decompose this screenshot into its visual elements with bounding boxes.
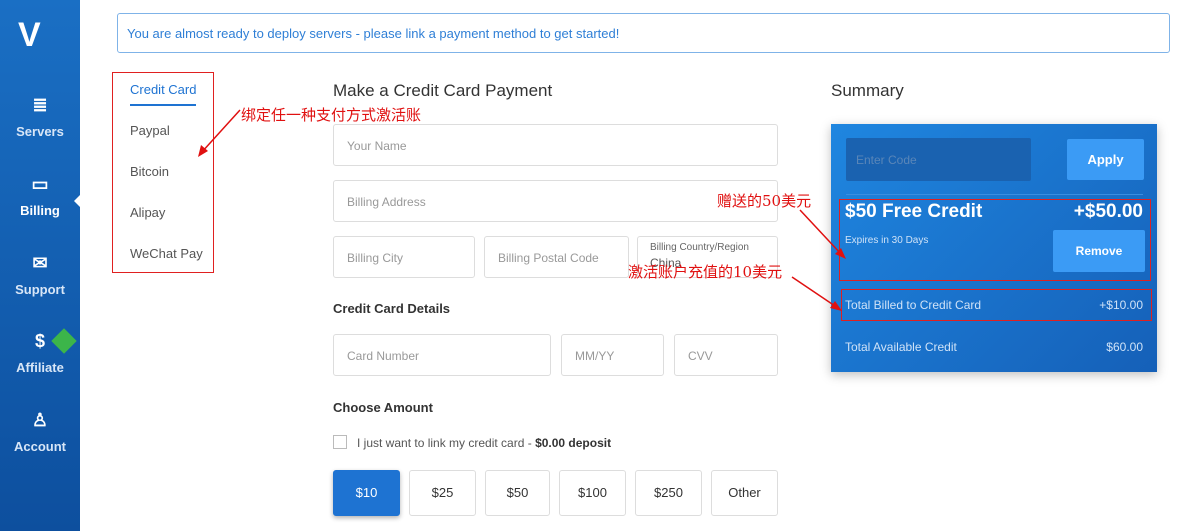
summary-title: Summary — [831, 81, 904, 100]
annotation-arrow — [198, 109, 241, 157]
card-details-title: Credit Card Details — [333, 301, 451, 316]
annotation-bind: 绑定任一种支付方式激活账 — [241, 106, 422, 124]
amount-50[interactable]: $50 — [485, 470, 550, 516]
sidebar-item-label: Account — [14, 439, 66, 454]
mail-icon: ✉ — [32, 253, 48, 273]
link-only-checkbox[interactable] — [333, 435, 347, 449]
credit-title: $50 Free Credit — [845, 201, 983, 222]
servers-icon: ≣ — [32, 95, 48, 115]
credit-value: +$50.00 — [1073, 201, 1143, 222]
active-caret — [74, 193, 82, 209]
amount-title: Choose Amount — [333, 400, 433, 415]
sidebar-item-label: Servers — [16, 124, 64, 139]
address-input[interactable]: Billing Address — [333, 180, 778, 222]
billed-label: Total Billed to Credit Card — [845, 298, 982, 312]
form-title: Make a Credit Card Payment — [333, 81, 553, 100]
payment-method-list: Credit Card Paypal Bitcoin Alipay WeChat… — [112, 72, 214, 273]
deposit-amount: $0.00 deposit — [535, 436, 612, 450]
summary-panel: Enter Code Apply $50 Free Credit +$50.00… — [831, 124, 1157, 372]
expires-text: Expires in 30 Days — [845, 235, 929, 246]
card-number-input[interactable]: Card Number — [333, 334, 551, 376]
divider — [846, 194, 1143, 195]
amount-250[interactable]: $250 — [635, 470, 702, 516]
available-value: $60.00 — [1106, 340, 1143, 354]
sidebar-item-servers[interactable]: ≣ Servers — [0, 95, 80, 139]
alert-banner: You are almost ready to deploy servers -… — [117, 13, 1170, 53]
apply-button[interactable]: Apply — [1067, 139, 1144, 180]
name-input[interactable]: Your Name — [333, 124, 778, 166]
amount-25[interactable]: $25 — [409, 470, 476, 516]
link-only-label: I just want to link my credit card - $0.… — [357, 436, 611, 450]
country-label: Billing Country/Region — [650, 242, 749, 253]
vultr-logo[interactable]: V — [18, 16, 41, 55]
annotation-recharge10: 激活账户充值的10美元 — [628, 263, 783, 281]
expiry-input[interactable]: MM/YY — [561, 334, 664, 376]
annotation-arrows — [791, 209, 846, 311]
sidebar-item-label: Support — [15, 282, 65, 297]
amount-other[interactable]: Other — [711, 470, 778, 516]
link-only-text: I just want to link my credit card - — [357, 436, 536, 450]
tab-paypal[interactable]: Paypal — [130, 123, 170, 138]
sidebar-item-support[interactable]: ✉ Support — [0, 253, 80, 297]
cvv-input[interactable]: CVV — [674, 334, 778, 376]
billing-icon: ▭ — [31, 174, 49, 194]
sidebar-item-label: Affiliate — [16, 360, 64, 375]
user-icon: ♙ — [31, 410, 49, 430]
sidebar-item-label: Billing — [20, 203, 60, 218]
sidebar: V ≣ Servers ▭ Billing ✉ Support $ Affiliate … — [0, 0, 82, 531]
tab-bitcoin[interactable]: Bitcoin — [130, 164, 169, 179]
sidebar-item-account[interactable]: ♙ Account — [0, 410, 80, 454]
city-input[interactable]: Billing City — [333, 236, 475, 278]
tab-wechat-pay[interactable]: WeChat Pay — [130, 246, 203, 261]
available-label: Total Available Credit — [845, 340, 957, 354]
amount-10[interactable]: $10 — [333, 470, 400, 516]
tab-credit-card[interactable]: Credit Card — [130, 82, 197, 106]
remove-button[interactable]: Remove — [1053, 230, 1145, 272]
tab-alipay[interactable]: Alipay — [130, 205, 165, 220]
amount-100[interactable]: $100 — [559, 470, 626, 516]
billed-value: +$10.00 — [1099, 298, 1143, 312]
sidebar-item-billing[interactable]: ▭ Billing — [0, 174, 80, 218]
promo-code-input[interactable]: Enter Code — [846, 138, 1031, 181]
postal-input[interactable]: Billing Postal Code — [484, 236, 629, 278]
